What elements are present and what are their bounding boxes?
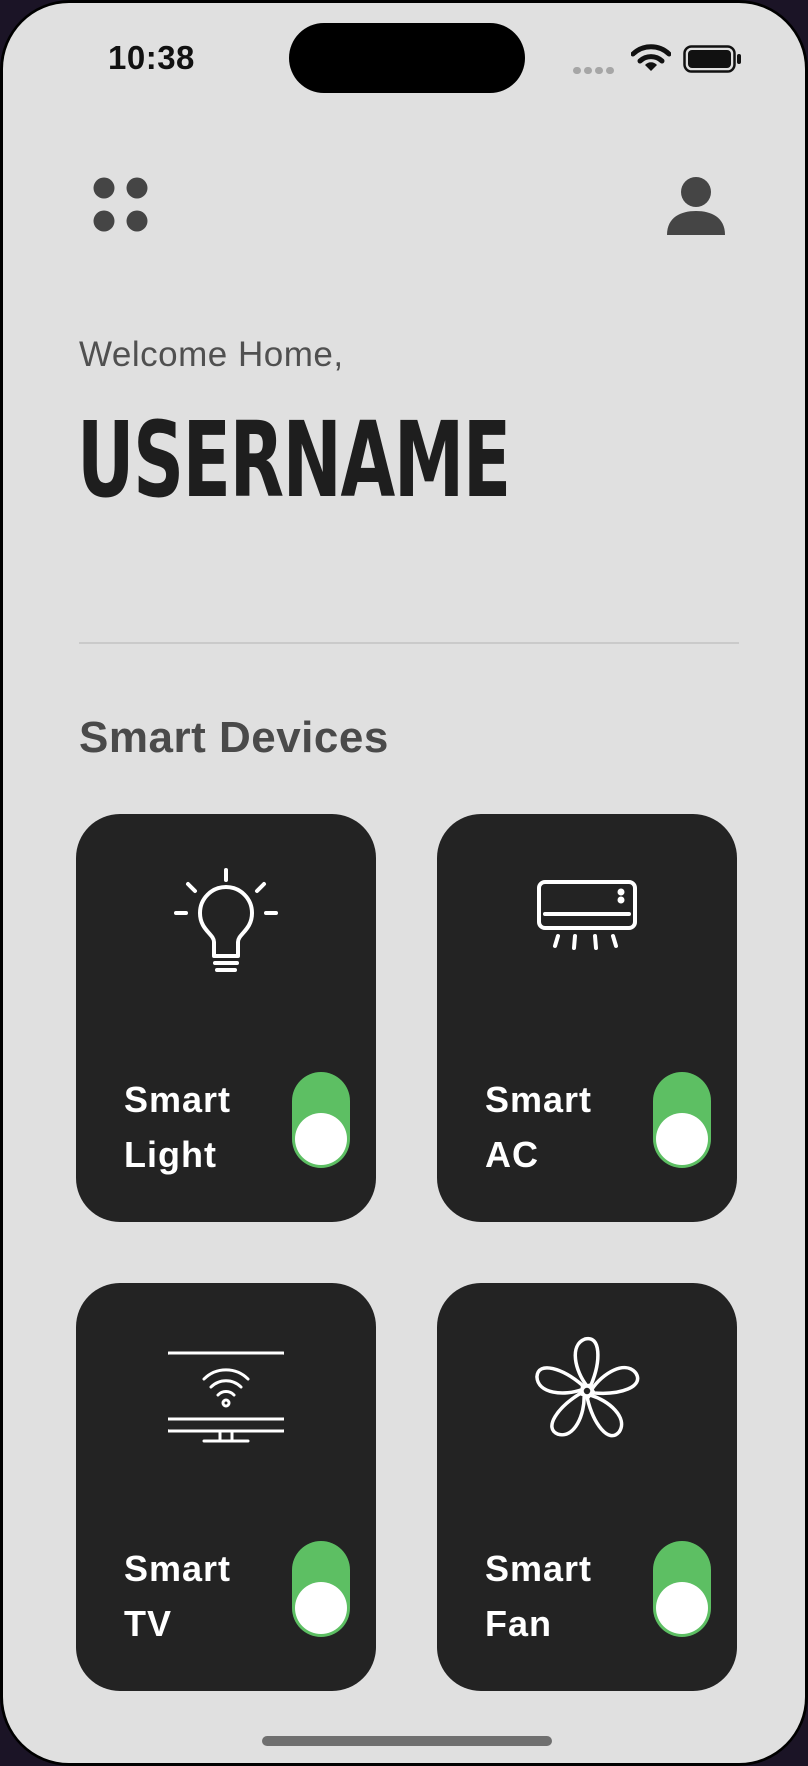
toggle-knob (295, 1582, 347, 1634)
divider (79, 642, 739, 644)
fan-icon (535, 1336, 640, 1438)
toggle-knob (295, 1113, 347, 1165)
battery-icon (683, 45, 741, 73)
lightbulb-icon (174, 868, 278, 972)
username-heading: USERNAME (77, 399, 511, 521)
toggle-knob (656, 1582, 708, 1634)
air-conditioner-icon (537, 880, 637, 950)
person-icon[interactable] (665, 175, 727, 237)
power-toggle[interactable] (292, 1541, 350, 1637)
welcome-text: Welcome Home, (79, 335, 344, 374)
smart-tv-icon (168, 1351, 284, 1443)
device-label: Smart TV (124, 1548, 232, 1644)
power-toggle[interactable] (653, 1541, 711, 1637)
toggle-knob (656, 1113, 708, 1165)
device-label: Smart AC (485, 1079, 593, 1175)
power-toggle[interactable] (653, 1072, 711, 1168)
device-card-smart-ac[interactable]: Smart AC (437, 814, 737, 1222)
app-screen: 10:38 Welcome Home, USERNAME Smart Devic… (3, 3, 805, 1763)
device-card-smart-light[interactable]: Smart Light (76, 814, 376, 1222)
dynamic-island (289, 23, 525, 93)
device-frame: 10:38 Welcome Home, USERNAME Smart Devic… (0, 0, 808, 1766)
grid-dots-icon[interactable] (91, 175, 151, 235)
device-label: Smart Light (124, 1079, 232, 1175)
device-card-smart-tv[interactable]: Smart TV (76, 1283, 376, 1691)
device-card-smart-fan[interactable]: Smart Fan (437, 1283, 737, 1691)
wifi-icon (631, 44, 671, 71)
power-toggle[interactable] (292, 1072, 350, 1168)
status-time: 10:38 (108, 39, 195, 76)
device-label: Smart Fan (485, 1548, 593, 1644)
section-title: Smart Devices (79, 713, 389, 762)
signal-icon (573, 61, 617, 79)
home-indicator[interactable] (262, 1736, 552, 1746)
